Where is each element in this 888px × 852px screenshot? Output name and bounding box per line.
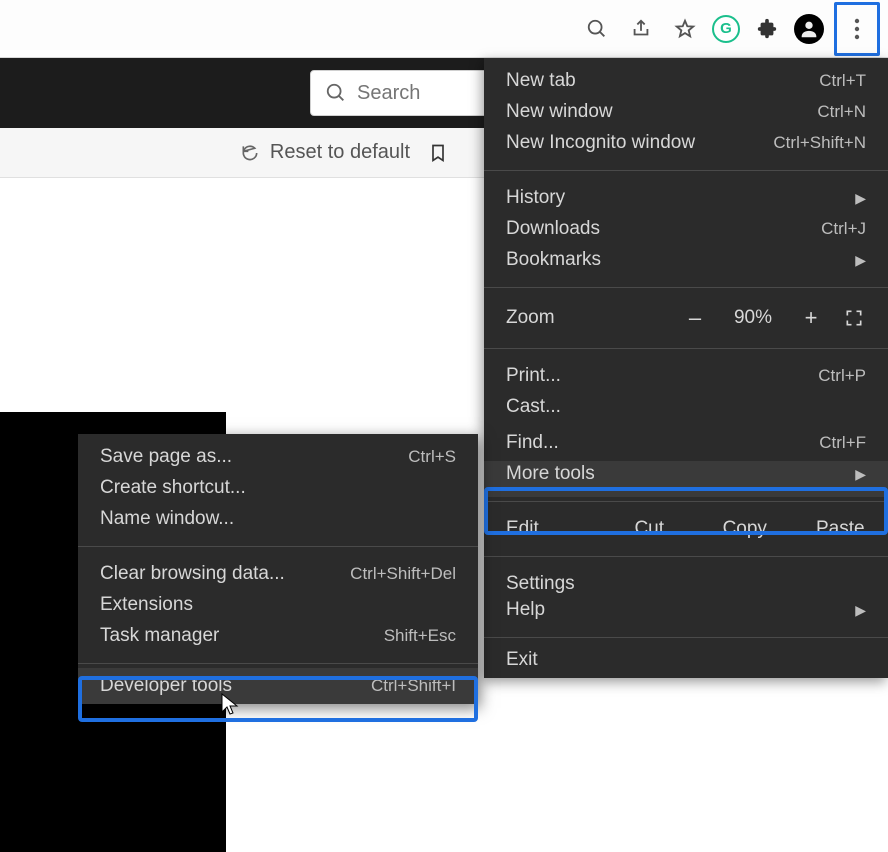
reset-label: Reset to default [270,141,410,164]
submenu-label: Save page as... [100,446,232,468]
menu-item-exit[interactable]: Exit [484,642,888,678]
menu-separator [484,287,888,288]
menu-label: Find... [506,432,559,454]
menu-label: Exit [506,649,538,671]
highlight-more-button [834,2,880,56]
submenu-label: Task manager [100,625,219,647]
menu-label: Bookmarks [506,249,601,271]
grammarly-letter: G [720,20,732,37]
chrome-main-menu: New tab Ctrl+T New window Ctrl+N New Inc… [484,58,888,678]
menu-label: Cast... [506,396,561,418]
copy-button[interactable]: Copy [697,518,793,540]
menu-item-bookmarks[interactable]: Bookmarks ▶ [484,247,888,283]
zoom-label: Zoom [506,307,555,329]
menu-shortcut: Ctrl+P [818,366,866,386]
bookmark-outline-icon[interactable] [428,141,448,165]
menu-item-find[interactable]: Find... Ctrl+F [484,425,888,461]
chevron-right-icon: ▶ [855,190,866,207]
menu-label: Help [506,599,545,621]
zoom-indicator-icon[interactable] [580,12,614,46]
menu-separator [484,637,888,638]
cut-button[interactable]: Cut [602,518,698,540]
chevron-right-icon: ▶ [855,252,866,269]
menu-shortcut: Ctrl+F [819,433,866,453]
paste-button[interactable]: Paste [793,518,888,540]
submenu-label: Extensions [100,594,193,616]
zoom-percent: 90% [718,307,788,329]
more-menu-button[interactable] [839,7,875,51]
zoom-in-button[interactable]: + [788,305,834,331]
extensions-puzzle-icon[interactable] [750,12,784,46]
fullscreen-button[interactable] [834,308,874,328]
submenu-separator [78,546,478,547]
menu-item-incognito[interactable]: New Incognito window Ctrl+Shift+N [484,130,888,166]
submenu-shortcut: Shift+Esc [384,626,456,646]
menu-label: New Incognito window [506,132,695,154]
menu-item-more-tools[interactable]: More tools ▶ [484,461,888,497]
submenu-item-create-shortcut[interactable]: Create shortcut... [78,470,478,506]
search-icon [325,82,347,104]
bookmark-star-icon[interactable] [668,12,702,46]
menu-item-downloads[interactable]: Downloads Ctrl+J [484,211,888,247]
menu-item-settings[interactable]: Settings [484,561,888,597]
submenu-item-task-manager[interactable]: Task manager Shift+Esc [78,623,478,659]
menu-label: Downloads [506,218,600,240]
menu-separator [484,501,888,502]
menu-item-cast[interactable]: Cast... [484,389,888,425]
submenu-item-name-window[interactable]: Name window... [78,506,478,542]
menu-shortcut: Ctrl+T [819,71,866,91]
menu-shortcut: Ctrl+Shift+N [773,133,866,153]
menu-label: New window [506,101,613,123]
submenu-item-extensions[interactable]: Extensions [78,587,478,623]
vertical-dots-icon [854,17,860,41]
fullscreen-icon [844,308,864,328]
menu-edit-row: Edit Cut Copy Paste [484,506,888,552]
browser-toolbar: G [0,0,888,58]
more-tools-submenu: Save page as... Ctrl+S Create shortcut..… [78,434,478,704]
submenu-shortcut: Ctrl+S [408,447,456,467]
menu-item-new-window[interactable]: New window Ctrl+N [484,94,888,130]
menu-label: History [506,187,565,209]
reset-icon [240,143,260,163]
zoom-out-button[interactable]: – [672,305,718,331]
menu-label: New tab [506,70,576,92]
menu-separator [484,556,888,557]
chevron-right-icon: ▶ [855,466,866,483]
menu-item-history[interactable]: History ▶ [484,175,888,211]
menu-shortcut: Ctrl+N [817,102,866,122]
chevron-right-icon: ▶ [855,602,866,619]
submenu-label: Clear browsing data... [100,563,285,585]
menu-separator [484,348,888,349]
submenu-shortcut: Ctrl+Shift+I [371,676,456,696]
submenu-label: Name window... [100,508,234,530]
submenu-item-save-as[interactable]: Save page as... Ctrl+S [78,434,478,470]
menu-item-help[interactable]: Help ▶ [484,597,888,633]
menu-item-new-tab[interactable]: New tab Ctrl+T [484,58,888,94]
menu-label: More tools [506,463,595,485]
submenu-label: Developer tools [100,675,232,697]
menu-item-print[interactable]: Print... Ctrl+P [484,353,888,389]
submenu-separator [78,663,478,664]
submenu-item-clear-data[interactable]: Clear browsing data... Ctrl+Shift+Del [78,551,478,587]
menu-label: Print... [506,365,561,387]
edit-label: Edit [484,518,602,540]
profile-avatar-icon[interactable] [794,14,824,44]
share-icon[interactable] [624,12,658,46]
menu-label: Settings [506,573,575,595]
grammarly-extension-icon[interactable]: G [712,15,740,43]
submenu-shortcut: Ctrl+Shift+Del [350,564,456,584]
menu-shortcut: Ctrl+J [821,219,866,239]
menu-zoom-row: Zoom – 90% + [484,292,888,344]
submenu-item-developer-tools[interactable]: Developer tools Ctrl+Shift+I [78,668,478,704]
submenu-label: Create shortcut... [100,477,246,499]
reset-to-default-link[interactable]: Reset to default [240,141,410,164]
menu-separator [484,170,888,171]
